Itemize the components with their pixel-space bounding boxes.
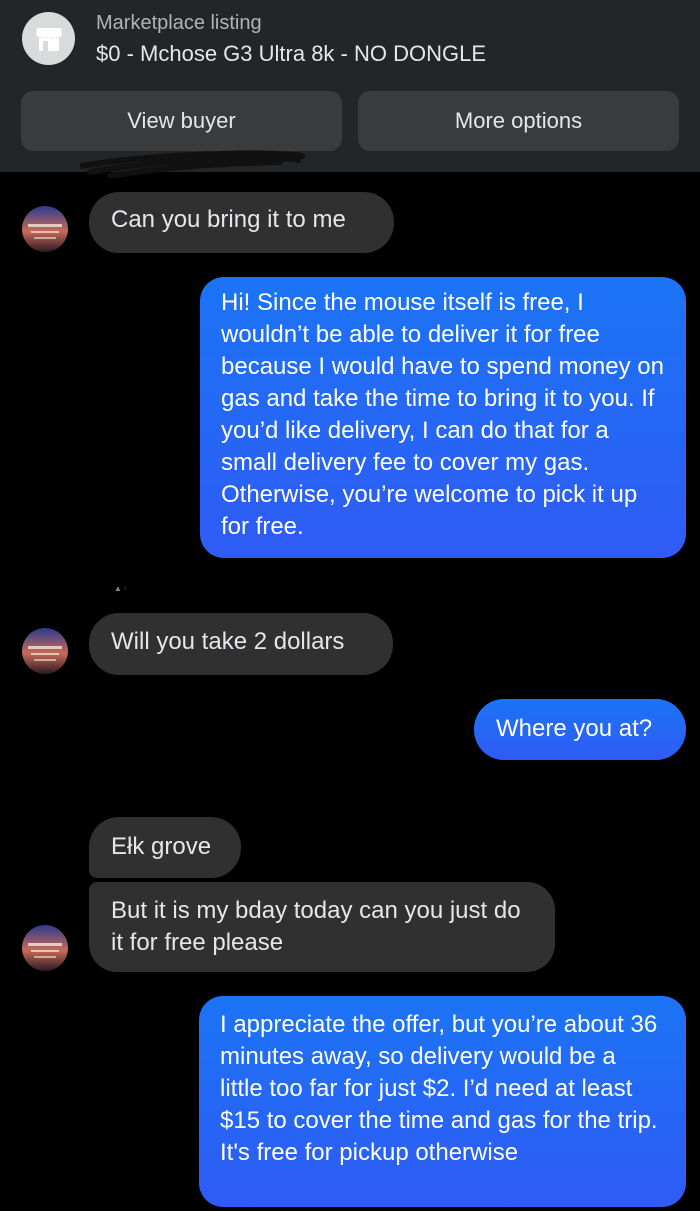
message-bubble-incoming[interactable]: Ełk grove <box>89 817 241 878</box>
buyer-avatar[interactable] <box>22 925 68 971</box>
message-bubble-outgoing[interactable]: Where you at? <box>474 699 686 760</box>
message-bubble-outgoing[interactable]: I appreciate the offer, but you’re about… <box>199 996 686 1207</box>
message-bubble-incoming[interactable]: Will you take 2 dollars <box>89 613 393 675</box>
storefront-icon <box>35 27 62 51</box>
listing-thumbnail[interactable] <box>22 12 75 65</box>
message-bubble-incoming[interactable]: But it is my bday today can you just do … <box>89 882 555 972</box>
view-buyer-button[interactable]: View buyer <box>21 91 342 151</box>
listing-label: Marketplace listing <box>96 12 262 34</box>
buyer-avatar[interactable] <box>22 628 68 674</box>
listing-title[interactable]: $0 - Mchose G3 Ultra 8k - NO DONGLE <box>96 41 486 67</box>
listing-header: Marketplace listing $0 - Mchose G3 Ultra… <box>0 0 700 172</box>
message-bubble-outgoing[interactable]: Hi! Since the mouse itself is free, I wo… <box>200 277 686 558</box>
buyer-avatar[interactable] <box>22 206 68 252</box>
message-bubble-incoming[interactable]: Can you bring it to me <box>89 192 394 253</box>
more-options-button[interactable]: More options <box>358 91 679 151</box>
read-indicator: ▲ · <box>114 584 127 593</box>
